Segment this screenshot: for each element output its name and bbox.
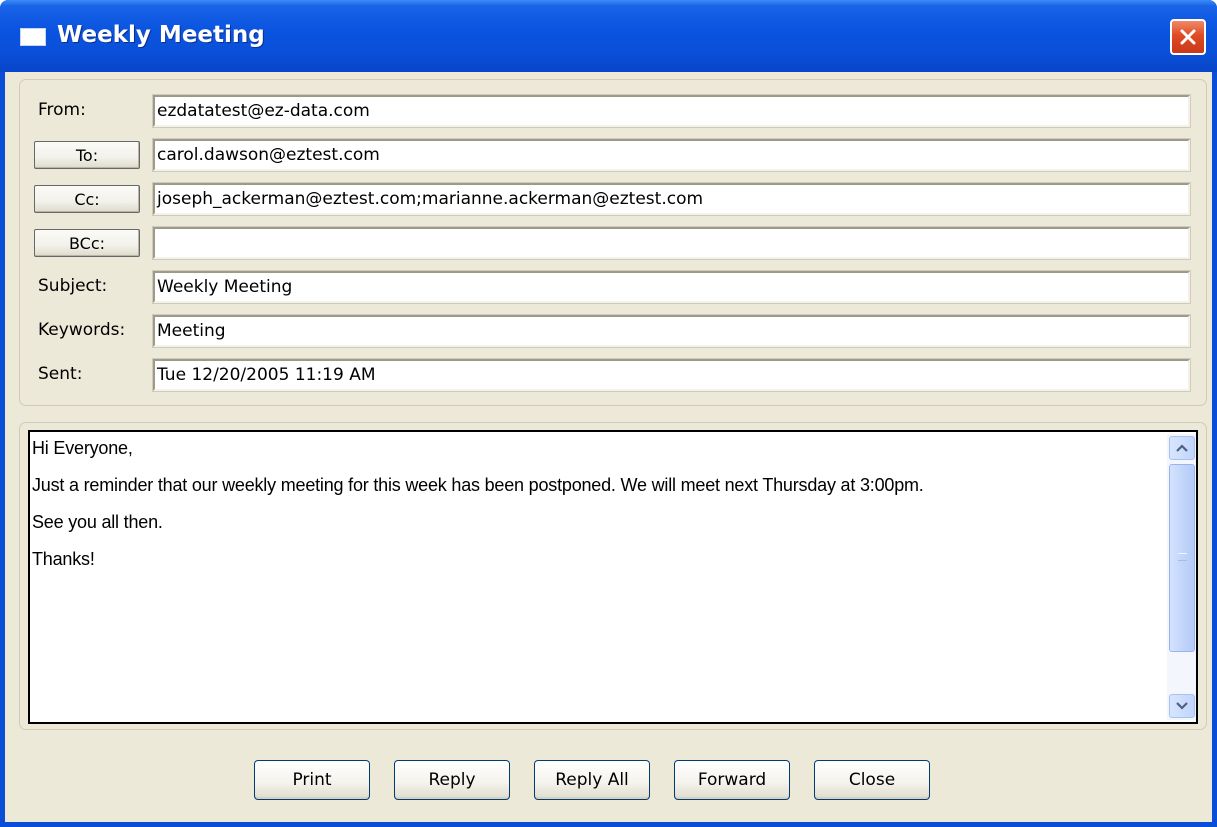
print-button[interactable]: Print: [254, 760, 370, 800]
to-button[interactable]: To:: [34, 141, 140, 169]
message-line: Just a reminder that our weekly meeting …: [32, 475, 924, 495]
subject-row: Subject: Weekly Meeting: [20, 270, 1208, 306]
message-line: See you all then.: [32, 512, 163, 532]
to-row: To: carol.dawson@eztest.com: [20, 138, 1208, 174]
grip-icon: [1178, 553, 1187, 561]
cc-field[interactable]: joseph_ackerman@eztest.com;marianne.acke…: [153, 183, 1190, 215]
subject-label: Subject:: [38, 276, 108, 296]
header-fields-group: From: ezdatatest@ez-data.com To: carol.d…: [19, 79, 1207, 406]
envelope-icon: [20, 28, 46, 46]
cc-button[interactable]: Cc:: [34, 185, 140, 213]
scroll-thumb[interactable]: [1169, 464, 1195, 652]
from-label: From:: [38, 100, 86, 120]
message-body-group: Hi Everyone, Just a reminder that our we…: [19, 422, 1207, 730]
to-field[interactable]: carol.dawson@eztest.com: [153, 139, 1190, 171]
chevron-up-icon: [1176, 444, 1188, 452]
bcc-row: BCc:: [20, 226, 1208, 262]
bcc-button[interactable]: BCc:: [34, 229, 140, 257]
chevron-down-icon: [1176, 702, 1188, 710]
dialog-client-area: From: ezdatatest@ez-data.com To: carol.d…: [5, 72, 1212, 822]
subject-field[interactable]: Weekly Meeting: [153, 271, 1190, 303]
scroll-up-button[interactable]: [1169, 436, 1195, 460]
message-scrollbar[interactable]: [1167, 434, 1196, 720]
from-row: From: ezdatatest@ez-data.com: [20, 94, 1208, 130]
scroll-down-button[interactable]: [1169, 694, 1195, 718]
window-close-button[interactable]: [1170, 19, 1206, 55]
forward-button[interactable]: Forward: [674, 760, 790, 800]
sent-row: Sent: Tue 12/20/2005 11:19 AM: [20, 358, 1208, 394]
reply-button[interactable]: Reply: [394, 760, 510, 800]
window-title: Weekly Meeting: [57, 22, 265, 48]
message-line: Thanks!: [32, 549, 95, 569]
bcc-field[interactable]: [153, 227, 1190, 259]
cc-row: Cc: joseph_ackerman@eztest.com;marianne.…: [20, 182, 1208, 218]
keywords-field[interactable]: Meeting: [153, 315, 1190, 347]
sent-field[interactable]: Tue 12/20/2005 11:19 AM: [153, 359, 1190, 391]
from-field[interactable]: ezdatatest@ez-data.com: [153, 95, 1190, 127]
message-text: Hi Everyone, Just a reminder that our we…: [32, 438, 1162, 598]
message-body[interactable]: Hi Everyone, Just a reminder that our we…: [28, 430, 1198, 724]
title-bar[interactable]: Weekly Meeting: [0, 0, 1217, 72]
close-icon: [1180, 29, 1196, 45]
sent-label: Sent:: [38, 364, 83, 384]
message-line: Hi Everyone,: [32, 438, 133, 458]
reply-all-button[interactable]: Reply All: [534, 760, 650, 800]
close-button[interactable]: Close: [814, 760, 930, 800]
keywords-label: Keywords:: [38, 320, 126, 340]
keywords-row: Keywords: Meeting: [20, 314, 1208, 350]
message-window: Weekly Meeting From: ezdatatest@ez-data.…: [0, 0, 1217, 827]
